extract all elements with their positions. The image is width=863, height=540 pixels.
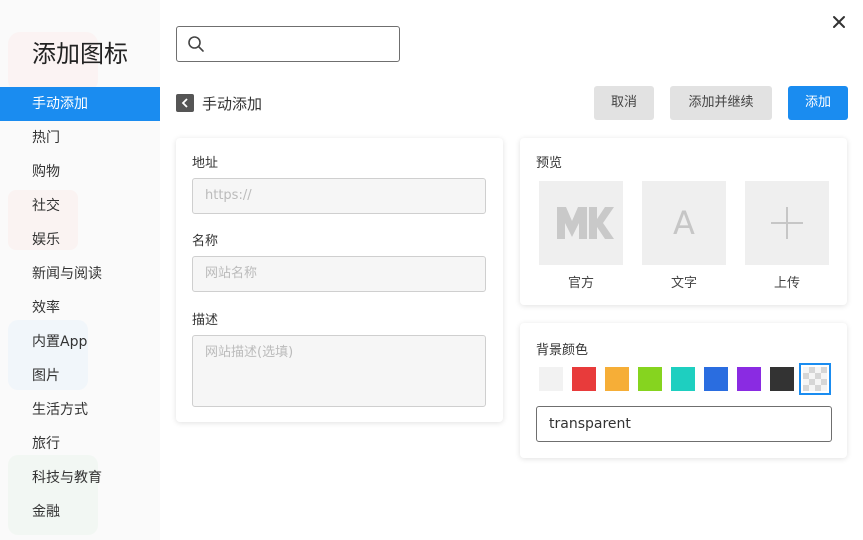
preview-upload-label: 上传 [773, 276, 800, 291]
dialog-title: 添加图标 [32, 40, 128, 68]
sidebar-item-social[interactable]: 社交 [0, 189, 160, 223]
site-form-card: 地址 https:// 名称 网站名称 描述 网站描述(选填) [176, 138, 503, 422]
swatch-green[interactable] [638, 367, 662, 391]
swatch-blue[interactable] [704, 367, 728, 391]
sidebar-item-shopping[interactable]: 购物 [0, 155, 160, 189]
add-button[interactable]: 添加 [788, 86, 848, 120]
description-label: 描述 [192, 313, 219, 328]
swatch-orange[interactable] [605, 367, 629, 391]
preview-title: 预览 [536, 156, 563, 171]
add-and-continue-button[interactable]: 添加并继续 [670, 86, 772, 120]
category-sidebar: 添加图标 手动添加 热门 购物 社交 娱乐 新闻与阅读 效率 内置App 图片 … [0, 0, 160, 540]
color-value-input[interactable]: transparent [536, 406, 832, 442]
search-icon [187, 35, 205, 57]
sidebar-item-travel[interactable]: 旅行 [0, 427, 160, 461]
category-list: 手动添加 热门 购物 社交 娱乐 新闻与阅读 效率 内置App 图片 生活方式 … [0, 87, 160, 529]
search-box[interactable] [176, 26, 400, 62]
preview-card: 预览 官方 A 文字 上传 [520, 138, 847, 305]
name-field[interactable]: 网站名称 [192, 256, 486, 292]
description-field[interactable]: 网站描述(选填) [192, 335, 486, 407]
background-color-title: 背景颜色 [536, 343, 589, 358]
swatch-teal[interactable] [671, 367, 695, 391]
swatch-dark-gray[interactable] [770, 367, 794, 391]
sidebar-item-productivity[interactable]: 效率 [0, 291, 160, 325]
url-label: 地址 [192, 156, 219, 171]
back-button[interactable] [176, 94, 194, 112]
page-title: 手动添加 [202, 95, 263, 113]
swatch-purple[interactable] [737, 367, 761, 391]
add-icon-dialog: 手动添加 取消 添加并继续 添加 地址 https:// 名称 网站名称 描述 … [160, 0, 863, 540]
swatch-light-gray[interactable] [539, 367, 563, 391]
sidebar-item-tech-education[interactable]: 科技与教育 [0, 461, 160, 495]
sidebar-item-images[interactable]: 图片 [0, 359, 160, 393]
sidebar-item-manual-add[interactable]: 手动添加 [0, 87, 160, 121]
plus-icon [771, 207, 803, 239]
sidebar-item-popular[interactable]: 热门 [0, 121, 160, 155]
background-color-card: 背景颜色 transparent [520, 323, 847, 458]
search-input[interactable] [213, 31, 393, 57]
name-label: 名称 [192, 234, 219, 249]
chevron-left-icon [181, 98, 188, 108]
mk-logo-icon [557, 207, 614, 239]
preview-upload-option[interactable] [745, 181, 829, 265]
letter-a-icon: A [673, 204, 695, 242]
preview-text-option[interactable]: A [642, 181, 726, 265]
cancel-button[interactable]: 取消 [594, 86, 654, 120]
preview-official-label: 官方 [567, 276, 594, 291]
sidebar-item-news-reading[interactable]: 新闻与阅读 [0, 257, 160, 291]
sidebar-item-entertainment[interactable]: 娱乐 [0, 223, 160, 257]
swatch-transparent[interactable] [799, 363, 831, 395]
swatch-red[interactable] [572, 367, 596, 391]
preview-official-option[interactable] [539, 181, 623, 265]
preview-text-label: 文字 [670, 276, 697, 291]
sidebar-item-lifestyle[interactable]: 生活方式 [0, 393, 160, 427]
sidebar-item-builtin-app[interactable]: 内置App [0, 325, 160, 359]
close-icon[interactable] [831, 14, 847, 30]
url-field[interactable]: https:// [192, 178, 486, 214]
sidebar-item-finance[interactable]: 金融 [0, 495, 160, 529]
